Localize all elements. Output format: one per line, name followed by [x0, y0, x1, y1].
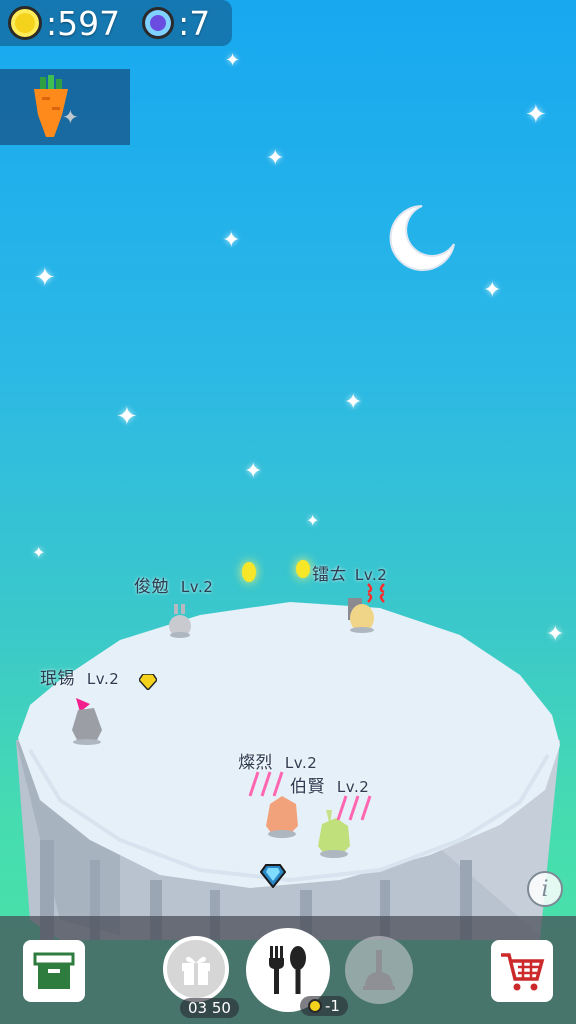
feed-cost: -1 [300, 996, 348, 1016]
shop-button[interactable] [491, 940, 553, 1002]
rabbit-name-label: 俊勉 Lv.2 [134, 572, 213, 597]
clean-button[interactable] [345, 936, 413, 1004]
coin-drop-icon[interactable] [139, 674, 157, 690]
gift-button[interactable] [163, 936, 229, 1002]
coin-icon [308, 999, 322, 1013]
star-icon: ✦ [483, 278, 502, 303]
rabbit-sprite[interactable] [66, 696, 106, 746]
star-icon: ✦ [525, 100, 547, 130]
gift-timer: 03 50 [180, 998, 239, 1018]
feed-cost-value: -1 [325, 997, 340, 1015]
excited-lines-icon [248, 771, 284, 797]
excited-lines-icon [336, 795, 372, 821]
floating-coin[interactable] [242, 562, 256, 582]
rabbit-name: 伯賢 [290, 777, 325, 797]
rabbit-sprite[interactable] [166, 604, 194, 638]
cart-icon [501, 953, 545, 991]
rabbit-name: 镭ㄊ [312, 565, 347, 585]
star-icon: ✦ [266, 146, 285, 171]
item-panel[interactable]: ✦ [0, 69, 130, 145]
star-icon: ✦ [222, 228, 241, 253]
rabbit-level: Lv.2 [336, 778, 370, 796]
gem-icon [142, 7, 175, 39]
gift-icon [182, 956, 210, 985]
star-icon: ✦ [306, 511, 320, 530]
star-icon: ✦ [344, 390, 363, 415]
rabbit-name: 俊勉 [134, 577, 169, 597]
rabbit-name-label: 珉锡 Lv.2 [40, 664, 119, 689]
angry-mark-icon [367, 583, 385, 603]
rabbit-level: Lv.2 [284, 754, 318, 772]
star-icon: ✦ [244, 459, 263, 484]
rabbit-name-label: 镭ㄊ Lv.2 [312, 560, 387, 585]
fork-spoon-icon [269, 946, 306, 994]
rabbit-level: Lv.2 [86, 670, 120, 688]
floating-coin[interactable] [296, 560, 310, 578]
star-icon: ✦ [34, 263, 56, 293]
star-icon: ✦ [225, 50, 241, 71]
plunger-icon [363, 950, 395, 990]
rabbit-name: 燦烈 [238, 753, 273, 773]
star-icon: ✦ [116, 402, 138, 432]
info-button[interactable]: i [527, 871, 563, 907]
rabbit-name-label: 燦烈 Lv.2 [238, 748, 317, 773]
gem-count: :7 [178, 3, 211, 43]
coin-count: :597 [46, 3, 121, 43]
rabbit-name-label: 伯賢 Lv.2 [290, 772, 369, 797]
rabbit-name: 珉锡 [40, 669, 75, 689]
moon-icon [389, 205, 455, 271]
rabbit-level: Lv.2 [180, 578, 214, 596]
sparkle-icon: ✦ [62, 105, 79, 129]
rabbit-level: Lv.2 [354, 566, 388, 584]
currency-bar: :597 :7 [0, 0, 232, 46]
rabbit-sprite[interactable] [262, 792, 302, 840]
gem-drop-icon[interactable] [260, 864, 286, 888]
storage-button[interactable] [23, 940, 85, 1002]
storage-box-icon [33, 952, 75, 989]
coin-icon [8, 6, 42, 40]
